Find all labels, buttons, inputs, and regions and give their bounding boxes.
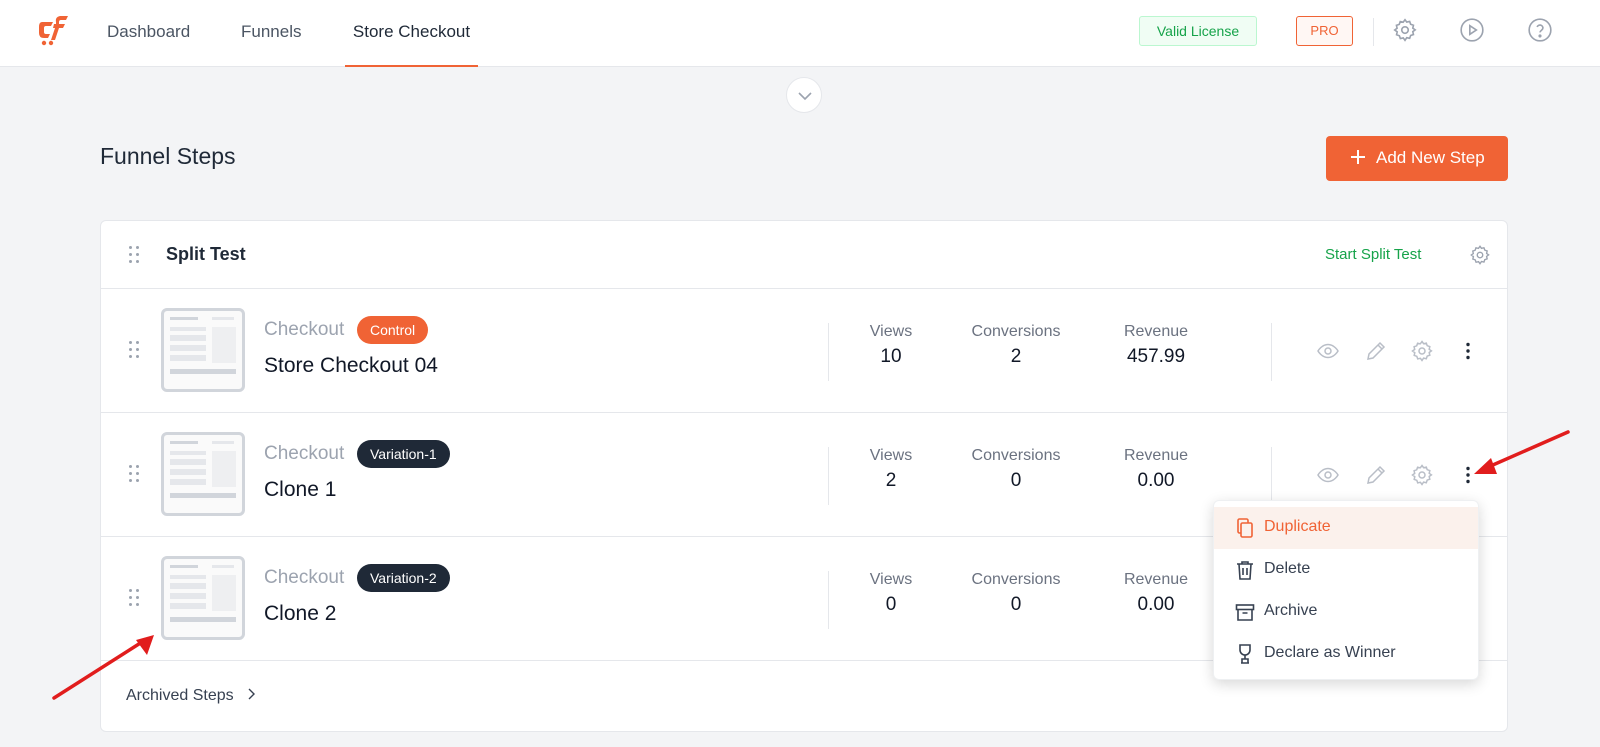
step-name[interactable]: Clone 2 (264, 602, 336, 626)
duplicate-icon (1237, 518, 1253, 538)
edit-pencil-icon[interactable] (1364, 339, 1388, 363)
top-navigation-bar: Dashboard Funnels Store Checkout Valid L… (0, 0, 1600, 67)
split-test-header: Split Test Start Split Test (101, 221, 1507, 289)
conversions-label: Conversions (971, 571, 1061, 588)
menu-item-label: Declare as Winner (1264, 644, 1396, 661)
actions-divider (1271, 447, 1272, 505)
conversions-stat: Conversions 2 (961, 323, 1071, 368)
archive-icon (1235, 604, 1255, 621)
cartflows-logo-icon[interactable] (38, 14, 72, 48)
step-options-menu: Duplicate Delete Archive Declare as Winn… (1213, 500, 1479, 680)
revenue-value: 0.00 (1137, 594, 1175, 615)
stats-divider (828, 447, 829, 505)
step-name[interactable]: Store Checkout 04 (264, 354, 438, 378)
views-label: Views (869, 323, 913, 340)
split-test-settings-icon[interactable] (1469, 244, 1491, 266)
split-test-title: Split Test (166, 244, 246, 264)
views-value: 2 (885, 470, 897, 491)
menu-item-label: Duplicate (1264, 518, 1331, 535)
drag-handle-icon[interactable] (129, 246, 141, 264)
trophy-icon (1239, 644, 1251, 664)
help-question-icon[interactable] (1527, 17, 1553, 43)
pro-badge: PRO (1296, 16, 1353, 46)
conversions-value: 2 (1010, 346, 1022, 367)
menu-item-label: Delete (1264, 560, 1311, 577)
conversions-stat: Conversions 0 (961, 571, 1071, 616)
archived-steps-label: Archived Steps (126, 687, 234, 704)
preview-eye-icon[interactable] (1316, 339, 1340, 363)
valid-license-badge: Valid License (1139, 16, 1257, 46)
views-stat: Views 0 (836, 571, 946, 616)
nav-tab-store-checkout[interactable]: Store Checkout (345, 0, 478, 67)
views-stat: Views 10 (836, 323, 946, 368)
chevron-down-icon (798, 92, 812, 101)
archived-steps-link[interactable]: Archived Steps (126, 687, 258, 705)
step-type-label: Checkout (264, 443, 345, 464)
menu-item-label: Archive (1264, 602, 1318, 619)
step-name[interactable]: Clone 1 (264, 478, 336, 502)
conversions-stat: Conversions 0 (961, 447, 1071, 492)
conversions-label: Conversions (971, 447, 1061, 464)
collapse-toggle-button[interactable] (786, 77, 822, 113)
actions-divider (1271, 323, 1272, 381)
revenue-stat: Revenue 457.99 (1101, 323, 1211, 368)
plus-icon (1351, 150, 1365, 164)
step-type-label: Checkout (264, 567, 345, 588)
trash-icon (1237, 561, 1253, 580)
menu-item-declare-winner[interactable]: Declare as Winner (1214, 633, 1478, 675)
stats-divider (828, 571, 829, 629)
step-thumbnail[interactable] (161, 308, 245, 392)
revenue-label: Revenue (1123, 571, 1189, 588)
views-value: 0 (885, 594, 897, 615)
nav-divider (1373, 18, 1374, 46)
revenue-value: 0.00 (1137, 470, 1175, 491)
views-stat: Views 2 (836, 447, 946, 492)
step-row: Checkout Control Store Checkout 04 Views… (101, 289, 1507, 413)
step-settings-icon[interactable] (1410, 463, 1434, 487)
stats-divider (828, 323, 829, 381)
views-value: 10 (880, 346, 902, 367)
play-video-icon[interactable] (1459, 17, 1485, 43)
drag-handle-icon[interactable] (129, 465, 141, 483)
add-new-step-button[interactable]: Add New Step (1326, 136, 1508, 181)
nav-tab-funnels[interactable]: Funnels (241, 0, 301, 67)
views-label: Views (869, 447, 913, 464)
menu-item-delete[interactable]: Delete (1214, 549, 1478, 591)
menu-item-duplicate[interactable]: Duplicate (1214, 507, 1478, 549)
step-thumbnail[interactable] (161, 556, 245, 640)
conversions-label: Conversions (971, 323, 1061, 340)
edit-pencil-icon[interactable] (1364, 463, 1388, 487)
views-label: Views (869, 571, 913, 588)
more-options-icon[interactable] (1456, 463, 1480, 487)
start-split-test-link[interactable]: Start Split Test (1325, 246, 1421, 263)
variation-badge: Variation-1 (357, 440, 450, 468)
conversions-value: 0 (1010, 470, 1022, 491)
page-title: Funnel Steps (100, 143, 236, 169)
step-settings-icon[interactable] (1410, 339, 1434, 363)
drag-handle-icon[interactable] (129, 341, 141, 359)
preview-eye-icon[interactable] (1316, 463, 1340, 487)
add-new-step-label: Add New Step (1376, 148, 1485, 167)
step-type-label: Checkout (264, 319, 345, 340)
chevron-right-icon (248, 688, 256, 700)
conversions-value: 0 (1010, 594, 1022, 615)
settings-gear-icon[interactable] (1392, 17, 1418, 43)
revenue-stat: Revenue 0.00 (1101, 447, 1211, 492)
control-badge: Control (357, 316, 429, 344)
menu-item-archive[interactable]: Archive (1214, 591, 1478, 633)
drag-handle-icon[interactable] (129, 589, 141, 607)
revenue-label: Revenue (1123, 323, 1189, 340)
revenue-label: Revenue (1123, 447, 1189, 464)
nav-tab-dashboard[interactable]: Dashboard (107, 0, 190, 67)
more-options-icon[interactable] (1456, 339, 1480, 363)
step-thumbnail[interactable] (161, 432, 245, 516)
revenue-value: 457.99 (1126, 346, 1186, 367)
variation-badge: Variation-2 (357, 564, 450, 592)
revenue-stat: Revenue 0.00 (1101, 571, 1211, 616)
